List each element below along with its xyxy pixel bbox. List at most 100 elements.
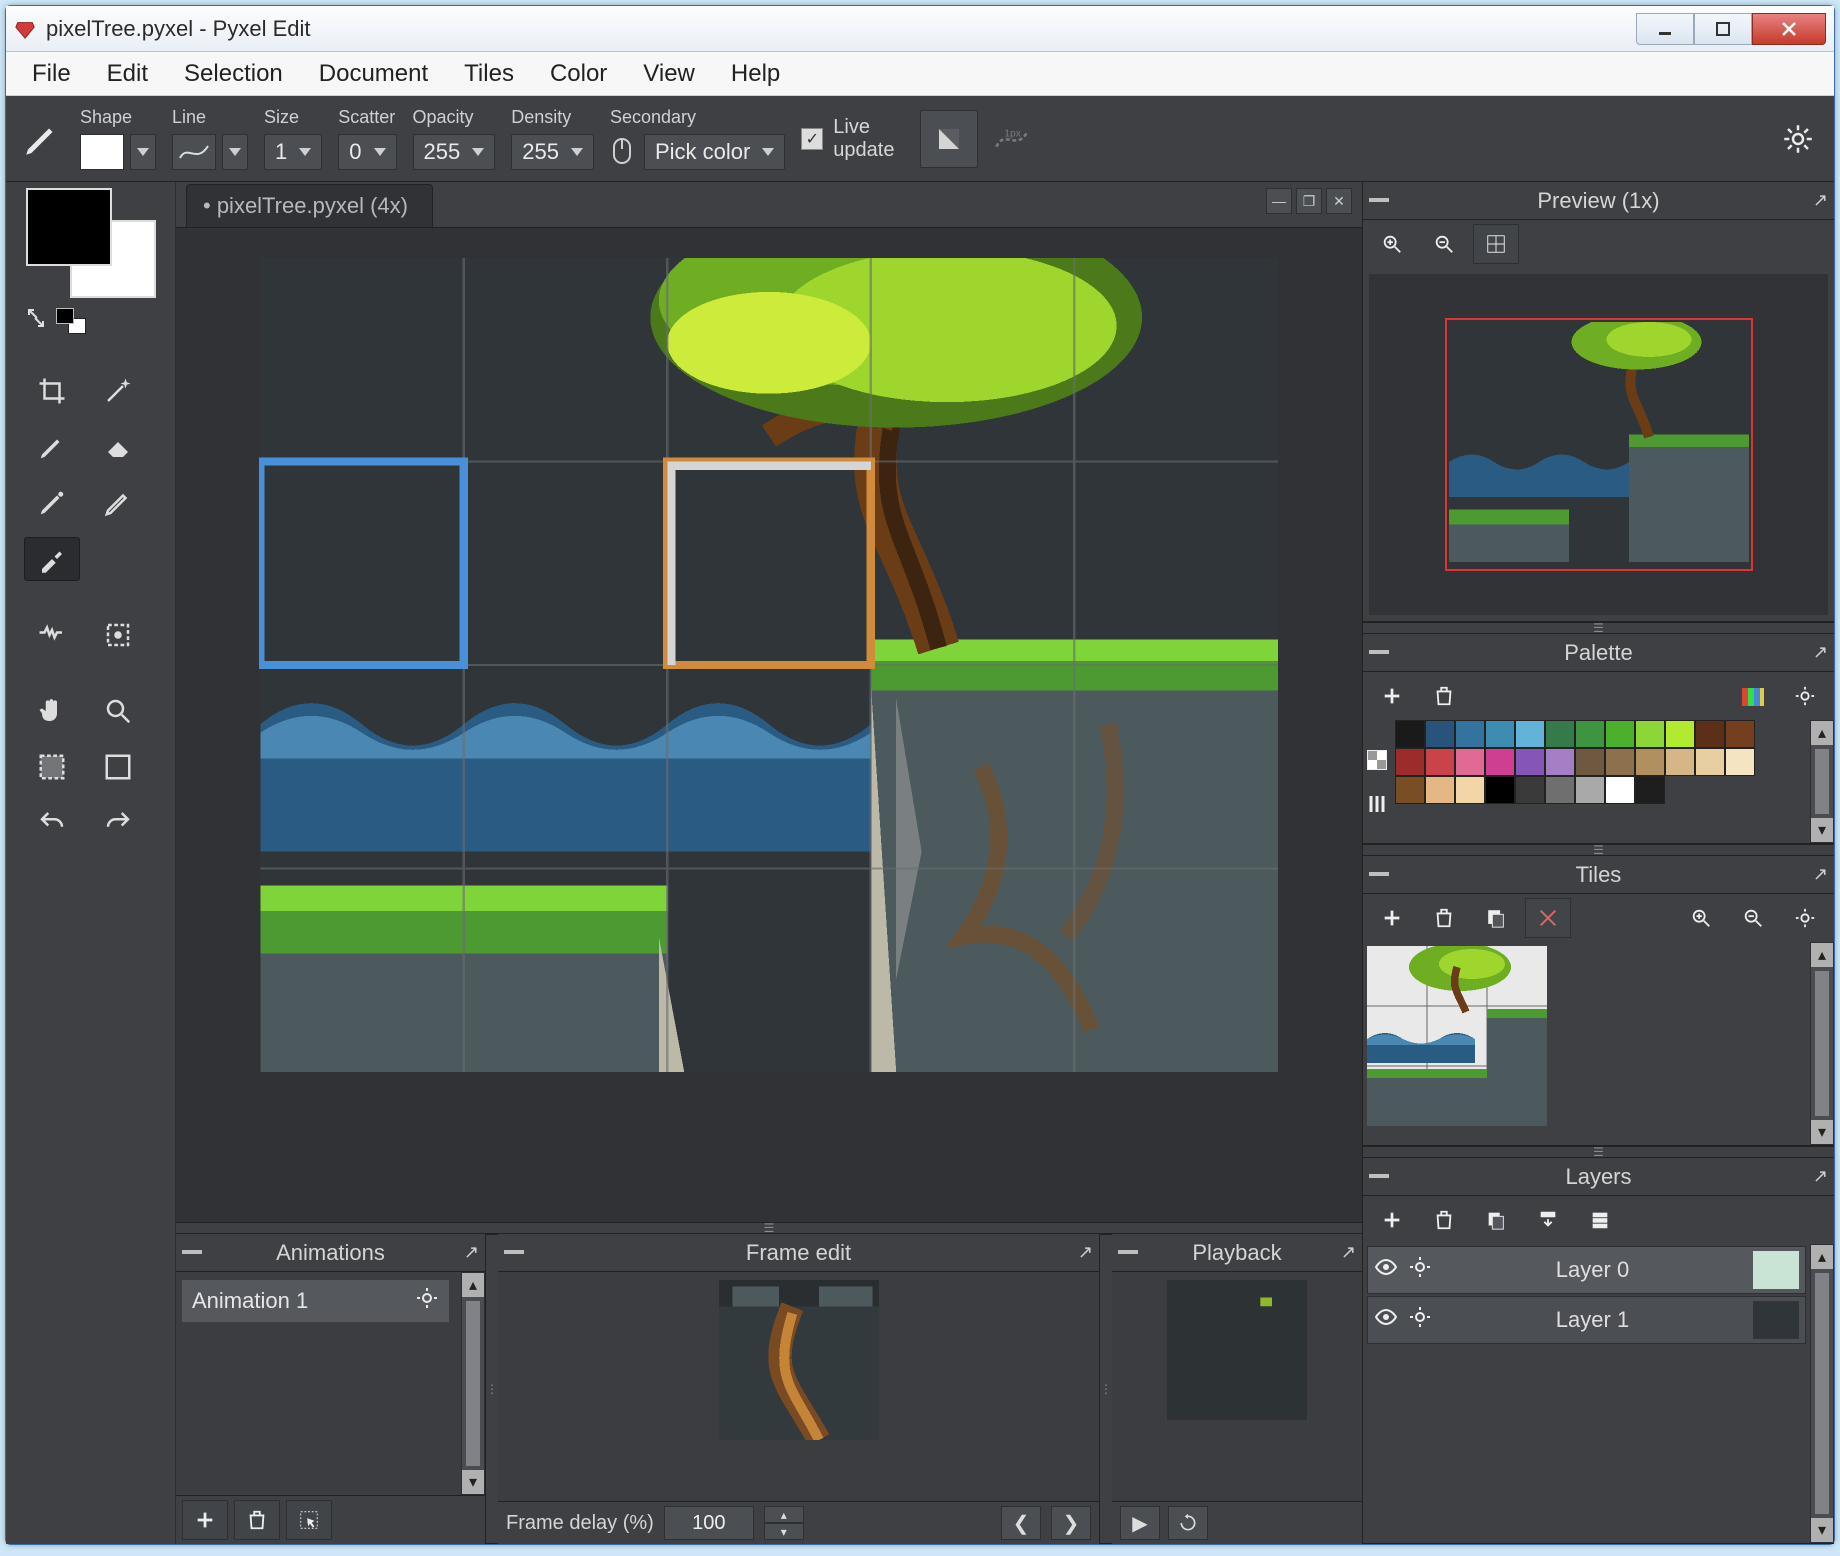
line-dropdown[interactable] bbox=[222, 134, 248, 170]
menu-selection[interactable]: Selection bbox=[168, 56, 299, 92]
animation-list-item[interactable]: Animation 1 bbox=[182, 1280, 449, 1322]
window-minimize-button[interactable] bbox=[1636, 13, 1694, 45]
foreground-color-swatch[interactable] bbox=[26, 188, 112, 266]
tiles-add-button[interactable] bbox=[1369, 898, 1415, 938]
live-update-checkbox[interactable]: ✓ bbox=[801, 128, 823, 150]
frame-delay-step-up[interactable]: ▴ bbox=[764, 1506, 804, 1523]
palette-add-button[interactable] bbox=[1369, 676, 1415, 716]
tool-undo[interactable] bbox=[24, 801, 80, 845]
layer-visibility-toggle[interactable] bbox=[1374, 1305, 1398, 1335]
layer-row[interactable]: Layer 0 bbox=[1367, 1246, 1806, 1294]
palette-grid[interactable] bbox=[1395, 720, 1806, 804]
panel-popout-button[interactable]: ↗ bbox=[1078, 1242, 1093, 1263]
layer-flatten-button[interactable] bbox=[1577, 1200, 1623, 1240]
palette-swatch[interactable] bbox=[1485, 720, 1515, 748]
panel-popout-button[interactable]: ↗ bbox=[1813, 864, 1828, 885]
panel-collapse-button[interactable] bbox=[1369, 1174, 1389, 1178]
palette-swatch[interactable] bbox=[1605, 720, 1635, 748]
tool-select-outline[interactable] bbox=[90, 745, 146, 789]
palette-swatch[interactable] bbox=[1635, 776, 1665, 804]
menu-edit[interactable]: Edit bbox=[91, 56, 164, 92]
tool-magic-wand[interactable] bbox=[90, 369, 146, 413]
palette-delete-button[interactable] bbox=[1421, 676, 1467, 716]
opacity-dropdown[interactable]: 255 bbox=[413, 134, 496, 170]
panel-popout-button[interactable]: ↗ bbox=[1341, 1242, 1356, 1263]
layer-settings-button[interactable] bbox=[1408, 1305, 1432, 1335]
preview-viewport[interactable] bbox=[1369, 274, 1828, 615]
preview-zoom-in[interactable] bbox=[1369, 224, 1415, 264]
palette-swatch[interactable] bbox=[1455, 720, 1485, 748]
panel-splitter-v[interactable]: ⋮ bbox=[486, 1234, 498, 1544]
line-style-swatch[interactable] bbox=[172, 134, 216, 170]
tool-zoom[interactable] bbox=[90, 689, 146, 733]
menu-document[interactable]: Document bbox=[303, 56, 444, 92]
menu-help[interactable]: Help bbox=[715, 56, 796, 92]
tiles-grid[interactable] bbox=[1367, 946, 1547, 1126]
tiles-none-button[interactable] bbox=[1525, 898, 1571, 938]
palette-swatch[interactable] bbox=[1485, 748, 1515, 776]
layer-delete-button[interactable] bbox=[1421, 1200, 1467, 1240]
delete-animation-button[interactable] bbox=[234, 1500, 280, 1540]
palette-swatch[interactable] bbox=[1695, 748, 1725, 776]
swap-colors-button[interactable] bbox=[24, 306, 48, 335]
panel-collapse-button[interactable] bbox=[1118, 1250, 1138, 1254]
shape-dropdown[interactable] bbox=[130, 134, 156, 170]
color-swatch-block[interactable] bbox=[26, 188, 156, 298]
palette-scrollbar[interactable]: ▴▾ bbox=[1810, 720, 1834, 843]
prev-frame-button[interactable]: ❮ bbox=[1001, 1506, 1041, 1540]
tool-dither[interactable] bbox=[24, 613, 80, 657]
panel-collapse-button[interactable] bbox=[1369, 198, 1389, 202]
window-close-button[interactable] bbox=[1752, 13, 1826, 45]
palette-swatch[interactable] bbox=[1635, 720, 1665, 748]
palette-swatch[interactable] bbox=[1545, 776, 1575, 804]
palette-swatch[interactable] bbox=[1635, 748, 1665, 776]
panel-popout-button[interactable]: ↗ bbox=[1813, 642, 1828, 663]
palette-swatch[interactable] bbox=[1425, 748, 1455, 776]
palette-swatch[interactable] bbox=[1425, 720, 1455, 748]
tiles-settings-button[interactable] bbox=[1782, 898, 1828, 938]
palette-swatch[interactable] bbox=[1665, 748, 1695, 776]
panel-popout-button[interactable]: ↗ bbox=[464, 1242, 479, 1263]
preview-grid-button[interactable] bbox=[1473, 224, 1519, 264]
panel-splitter-h[interactable]: ☰ bbox=[1363, 622, 1834, 634]
next-frame-button[interactable]: ❯ bbox=[1051, 1506, 1091, 1540]
palette-swatch[interactable] bbox=[1455, 748, 1485, 776]
secondary-dropdown[interactable]: Pick color bbox=[644, 134, 785, 170]
loop-button[interactable] bbox=[1168, 1506, 1208, 1540]
palette-swatch[interactable] bbox=[1605, 776, 1635, 804]
palette-swatch[interactable] bbox=[1725, 720, 1755, 748]
window-maximize-button[interactable] bbox=[1694, 13, 1752, 45]
doc-close-button[interactable]: ✕ bbox=[1326, 188, 1352, 214]
doc-restore-button[interactable]: ❐ bbox=[1296, 188, 1322, 214]
layer-row[interactable]: Layer 1 bbox=[1367, 1296, 1806, 1344]
menu-view[interactable]: View bbox=[627, 56, 711, 92]
palette-swatch[interactable] bbox=[1455, 776, 1485, 804]
menu-file[interactable]: File bbox=[16, 56, 87, 92]
layer-duplicate-button[interactable] bbox=[1473, 1200, 1519, 1240]
palette-swatch[interactable] bbox=[1515, 748, 1545, 776]
shape-swatch[interactable] bbox=[80, 134, 124, 170]
panel-collapse-button[interactable] bbox=[1369, 872, 1389, 876]
play-button[interactable]: ▶ bbox=[1120, 1506, 1160, 1540]
tool-eraser[interactable] bbox=[90, 425, 146, 469]
panel-collapse-button[interactable] bbox=[504, 1250, 524, 1254]
tool-eyedropper[interactable] bbox=[24, 537, 80, 581]
palette-swatch[interactable] bbox=[1605, 748, 1635, 776]
tool-crop[interactable] bbox=[24, 369, 80, 413]
palette-swatch[interactable] bbox=[1515, 776, 1545, 804]
palette-swatch[interactable] bbox=[1725, 748, 1755, 776]
layers-scrollbar[interactable]: ▴▾ bbox=[1810, 1244, 1834, 1543]
palette-swatch[interactable] bbox=[1545, 748, 1575, 776]
preview-tile-button[interactable] bbox=[920, 110, 978, 168]
palette-swatch[interactable] bbox=[1515, 720, 1545, 748]
animation-settings-button[interactable] bbox=[415, 1286, 439, 1316]
frame-delay-step-down[interactable]: ▾ bbox=[764, 1523, 804, 1540]
pixel-canvas[interactable] bbox=[259, 258, 1279, 1072]
palette-swatch[interactable] bbox=[1575, 720, 1605, 748]
tool-select-rect[interactable] bbox=[24, 745, 80, 789]
palette-swatch[interactable] bbox=[1665, 720, 1695, 748]
palette-swatch[interactable] bbox=[1575, 748, 1605, 776]
tool-highlight[interactable] bbox=[90, 481, 146, 525]
palette-swatch[interactable] bbox=[1395, 720, 1425, 748]
palette-swatch[interactable] bbox=[1395, 748, 1425, 776]
